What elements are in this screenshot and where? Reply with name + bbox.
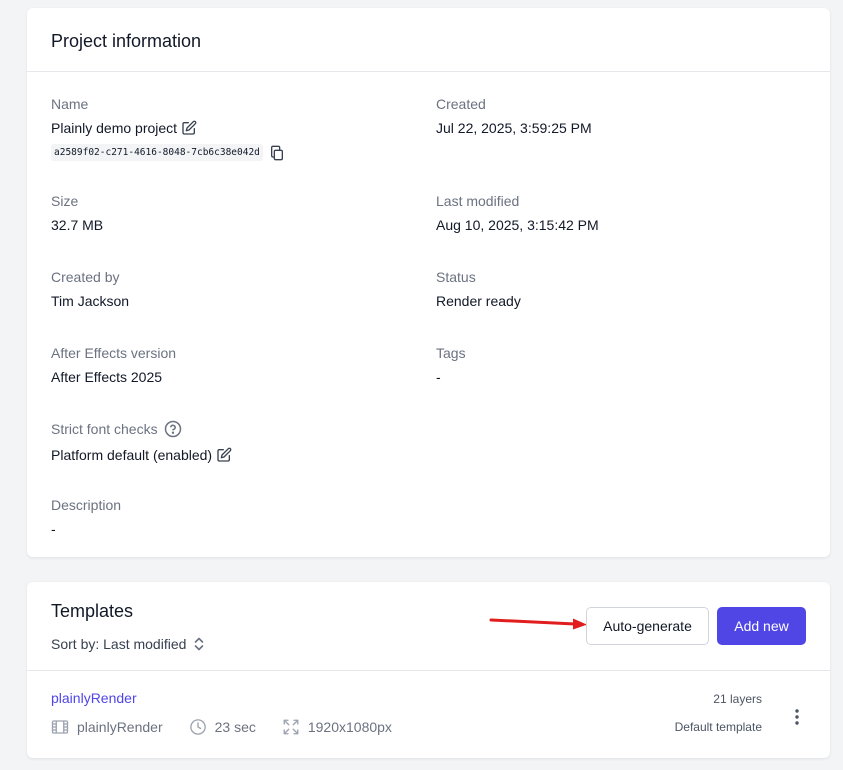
template-name-link[interactable]: plainlyRender xyxy=(51,690,137,706)
created-by-value: Tim Jackson xyxy=(51,293,130,309)
ae-version-label: After Effects version xyxy=(51,345,177,361)
template-layers: 21 layers xyxy=(713,692,762,706)
template-resolution: 1920x1080px xyxy=(282,718,392,736)
template-meta: plainlyRender 23 sec 1920x1080px xyxy=(51,718,418,736)
font-checks-value-row: Platform default (enabled) xyxy=(51,447,232,463)
created-value: Jul 22, 2025, 3:59:25 PM xyxy=(436,120,592,136)
name-value-row: Plainly demo project xyxy=(51,120,285,136)
template-duration-text: 23 sec xyxy=(214,719,256,735)
tags-value: - xyxy=(436,369,441,385)
question-circle-icon[interactable] xyxy=(164,420,182,438)
template-resolution-text: 1920x1080px xyxy=(307,719,392,735)
clock-icon xyxy=(189,719,206,735)
chevron-up-down-icon xyxy=(192,636,206,652)
font-checks-label: Strict font checks xyxy=(51,421,158,437)
last-modified-value: Aug 10, 2025, 3:15:42 PM xyxy=(436,217,599,233)
project-uuid: a2589f02-c271-4616-8048-7cb6c38e042d xyxy=(51,144,263,161)
uuid-row: a2589f02-c271-4616-8048-7cb6c38e042d xyxy=(51,136,285,161)
templates-title: Templates xyxy=(51,601,134,621)
field-created-by: Created by Tim Jackson xyxy=(51,269,129,309)
status-value: Render ready xyxy=(436,293,521,309)
field-name: Name Plainly demo project a2589f02-c271-… xyxy=(51,96,285,161)
project-card-title: Project information xyxy=(51,31,202,51)
description-label: Description xyxy=(51,497,122,513)
template-composition-text: plainlyRender xyxy=(77,719,163,735)
sort-label: Sort by: Last modified xyxy=(51,636,187,652)
template-composition: plainlyRender xyxy=(51,718,163,736)
field-tags: Tags - xyxy=(436,345,466,385)
project-information-card: Project information Name Plainly demo pr… xyxy=(27,8,830,557)
project-card-header: Project information xyxy=(27,8,830,72)
kebab-icon[interactable] xyxy=(790,708,804,726)
field-created: Created Jul 22, 2025, 3:59:25 PM xyxy=(436,96,592,136)
add-new-button[interactable]: Add new xyxy=(717,607,806,645)
field-ae-version: After Effects version After Effects 2025 xyxy=(51,345,176,385)
project-name: Plainly demo project xyxy=(51,120,178,136)
size-label: Size xyxy=(51,193,79,209)
description-value: - xyxy=(51,521,56,537)
sort-dropdown[interactable]: Sort by: Last modified xyxy=(51,636,206,652)
pencil-icon[interactable] xyxy=(181,120,197,136)
film-icon xyxy=(51,720,69,734)
copy-icon[interactable] xyxy=(269,145,285,161)
font-checks-label-row: Strict font checks xyxy=(51,419,232,439)
templates-header: Templates Sort by: Last modified Auto-ge… xyxy=(27,582,830,671)
auto-generate-button[interactable]: Auto-generate xyxy=(586,607,709,645)
field-strict-font-checks: Strict font checks Platform default (ena… xyxy=(51,419,232,463)
font-checks-value: Platform default (enabled) xyxy=(51,447,213,463)
field-status: Status Render ready xyxy=(436,269,521,309)
created-label: Created xyxy=(436,96,486,112)
ae-version-value: After Effects 2025 xyxy=(51,369,163,385)
templates-card: Templates Sort by: Last modified Auto-ge… xyxy=(27,582,830,758)
tags-label: Tags xyxy=(436,345,466,361)
field-description: Description - xyxy=(51,497,121,537)
created-by-label: Created by xyxy=(51,269,120,285)
expand-icon xyxy=(283,719,299,735)
annotation-arrow-icon xyxy=(489,618,587,630)
template-duration: 23 sec xyxy=(189,718,256,736)
name-label: Name xyxy=(51,96,89,112)
pencil-icon[interactable] xyxy=(216,447,232,463)
size-value: 32.7 MB xyxy=(51,217,104,233)
status-label: Status xyxy=(436,269,476,285)
field-size: Size 32.7 MB xyxy=(51,193,103,233)
default-template-badge: Default template xyxy=(674,720,762,734)
last-modified-label: Last modified xyxy=(436,193,520,209)
field-last-modified: Last modified Aug 10, 2025, 3:15:42 PM xyxy=(436,193,599,233)
template-row[interactable]: plainlyRender plainlyRender 23 sec 1920x… xyxy=(27,671,830,757)
